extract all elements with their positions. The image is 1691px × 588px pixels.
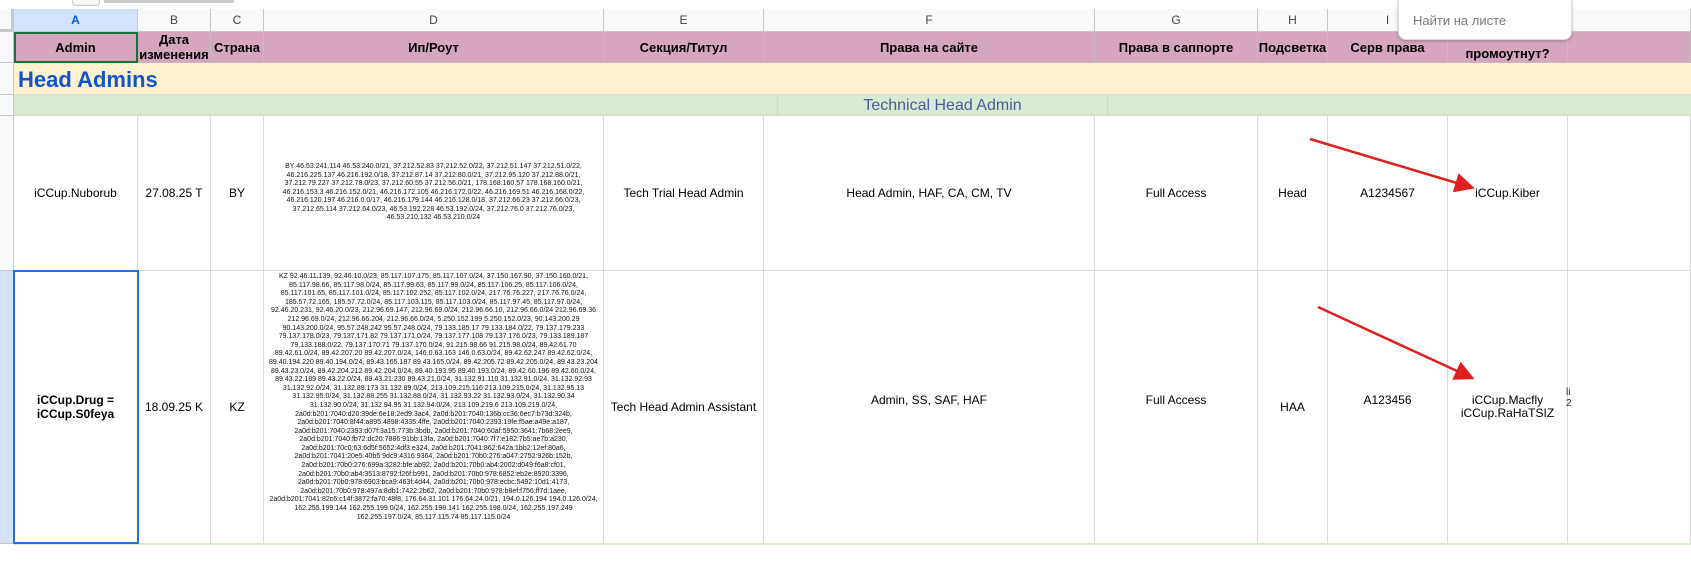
cell-site-rights[interactable]: Admin, SS, SAF, HAF bbox=[764, 271, 1095, 544]
row-header-4[interactable] bbox=[0, 116, 14, 271]
row-header-3[interactable] bbox=[0, 95, 14, 116]
column-header-c[interactable]: C bbox=[211, 9, 264, 32]
column-header-d[interactable]: D bbox=[264, 9, 604, 32]
find-on-sheet-box[interactable] bbox=[1398, 0, 1572, 40]
next-row-band bbox=[14, 543, 1691, 545]
column-header-e[interactable]: E bbox=[604, 9, 764, 32]
cell-section[interactable]: Tech Trial Head Admin bbox=[604, 116, 764, 271]
cell-serv-rights[interactable]: A123456 bbox=[1328, 271, 1448, 544]
cell-section[interactable]: Tech Head Admin Assistant bbox=[604, 271, 764, 544]
row-header-5[interactable] bbox=[0, 271, 14, 544]
column-header-f[interactable]: F bbox=[764, 9, 1095, 32]
select-all-corner[interactable] bbox=[0, 9, 14, 32]
group-title: Head Admins bbox=[18, 67, 158, 92]
cell-extra[interactable] bbox=[1568, 271, 1691, 544]
cell-support-rights[interactable]: Full Access bbox=[1095, 116, 1258, 271]
cell-promote[interactable]: iCCup.Macfly iCCup.RaHaTSIZ bbox=[1448, 271, 1568, 544]
subgroup-title: Technical Head Admin bbox=[777, 95, 1108, 116]
cell-admin[interactable]: iCCup.Drug = iCCup.S0feya bbox=[14, 271, 138, 544]
row-header-2[interactable] bbox=[0, 63, 14, 95]
group-band[interactable]: Head Admins bbox=[14, 63, 1691, 95]
cell-date[interactable]: 18.09.25 K bbox=[138, 271, 211, 544]
header-country[interactable]: Страна bbox=[211, 32, 264, 63]
cell-serv-rights[interactable]: A1234567 bbox=[1328, 116, 1448, 271]
header-site-rights[interactable]: Права на сайте bbox=[764, 32, 1095, 63]
cell-admin[interactable]: iCCup.Nuborub bbox=[14, 116, 138, 271]
subgroup-band[interactable]: Technical Head Admin bbox=[14, 95, 1691, 116]
cell-support-rights[interactable]: Full Access bbox=[1095, 271, 1258, 544]
cell-ip[interactable]: KZ 92.46.11.139, 92.46.10.0/23, 85.117.1… bbox=[264, 271, 604, 544]
promote-name: iCCup.RaHaTSIZ bbox=[1460, 406, 1555, 420]
header-admin[interactable]: Admin bbox=[14, 32, 138, 63]
clipped-cell-text: li 2 bbox=[1566, 387, 1572, 409]
cell-promote[interactable]: iCCup.Kiber bbox=[1448, 116, 1568, 271]
cell-date[interactable]: 27.08.25 T bbox=[138, 116, 211, 271]
row-header-1[interactable] bbox=[0, 32, 14, 63]
cell-country[interactable]: KZ bbox=[211, 271, 264, 544]
header-date[interactable]: Дата изменения bbox=[138, 32, 211, 63]
column-header-h[interactable]: H bbox=[1258, 9, 1328, 32]
header-ip[interactable]: Ип/Роут bbox=[264, 32, 604, 63]
toolbar-crumb bbox=[104, 0, 234, 3]
header-highlight[interactable]: Подсветка bbox=[1258, 32, 1328, 63]
cell-highlight[interactable]: Head bbox=[1258, 116, 1328, 271]
header-section[interactable]: Секция/Титул bbox=[604, 32, 764, 63]
cell-ip[interactable]: BY 46.53.241.114 46.53.240.0/21, 37.212.… bbox=[264, 116, 604, 271]
cell-highlight[interactable]: HAA bbox=[1258, 271, 1328, 544]
cell-extra[interactable] bbox=[1568, 116, 1691, 271]
column-header-g[interactable]: G bbox=[1095, 9, 1258, 32]
header-extra[interactable] bbox=[1568, 32, 1691, 63]
cell-site-rights[interactable]: Head Admin, HAF, CA, CM, TV bbox=[764, 116, 1095, 271]
cell-country[interactable]: BY bbox=[211, 116, 264, 271]
toolbar-chip[interactable] bbox=[72, 0, 100, 6]
header-support-rights[interactable]: Права в саппорте bbox=[1095, 32, 1258, 63]
column-header-a[interactable]: A bbox=[14, 9, 138, 32]
column-header-b[interactable]: B bbox=[138, 9, 211, 32]
find-on-sheet-input[interactable] bbox=[1411, 8, 1563, 32]
